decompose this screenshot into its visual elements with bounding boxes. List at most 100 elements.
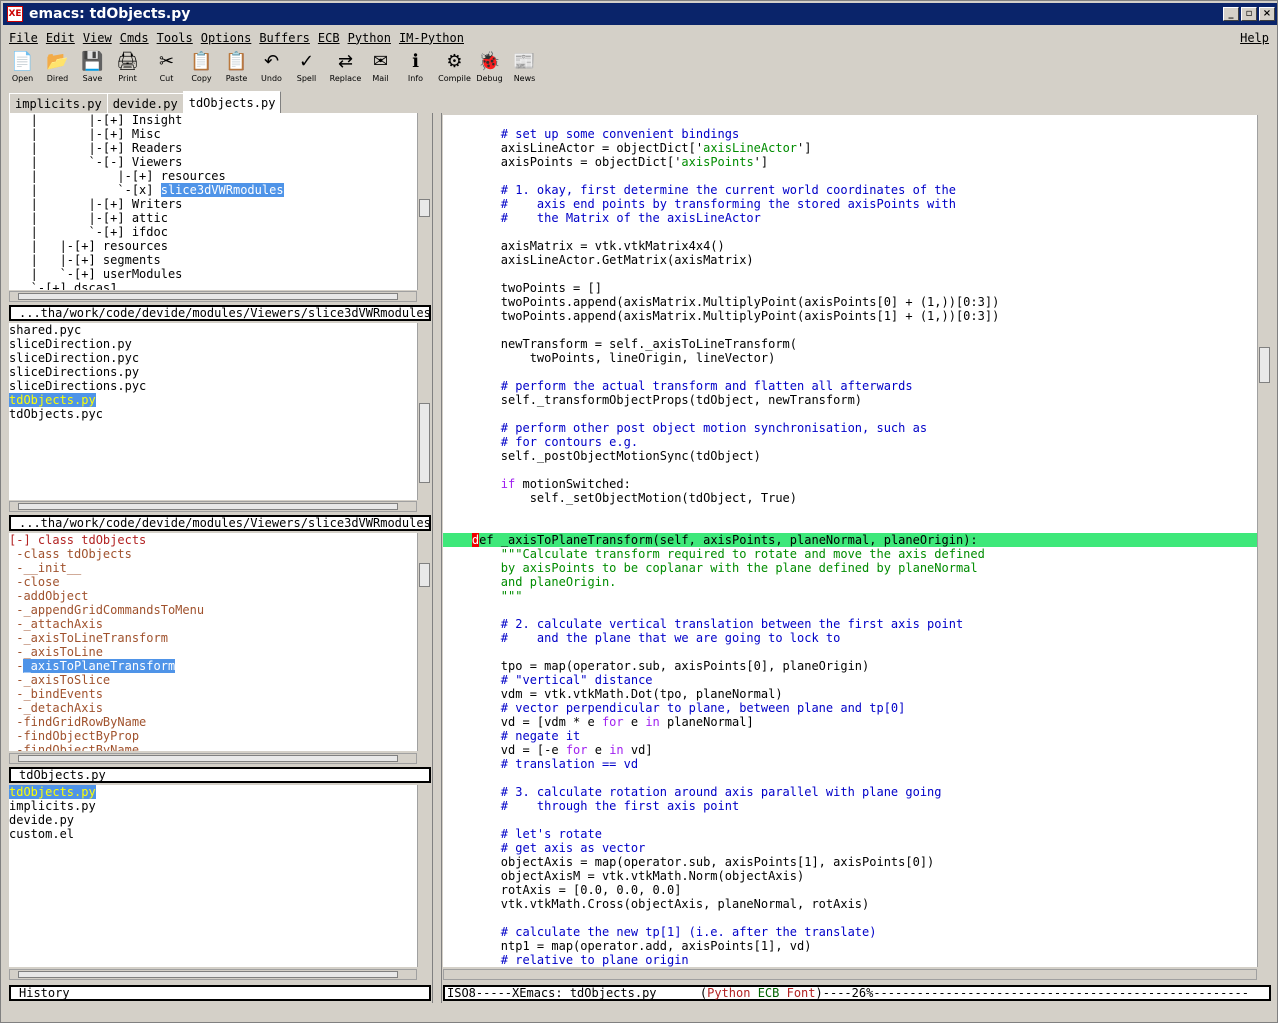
history-item[interactable]: tdObjects.py [9, 785, 417, 799]
tab-devide-py[interactable]: devide.py [106, 93, 184, 113]
dir-tree-item[interactable]: | |-[+] segments [9, 253, 417, 267]
minimize-icon[interactable]: _ [1223, 7, 1239, 21]
method-item[interactable]: -_axisToPlaneTransform [9, 659, 417, 673]
methods-hscrollbar[interactable] [9, 753, 417, 764]
sources-hscrollbar[interactable] [9, 501, 417, 512]
method-item[interactable]: -findObjectByProp [9, 729, 417, 743]
menu-edit[interactable]: Edit [46, 31, 75, 45]
dir-tree-item[interactable]: | `-[x] slice3dVWRmodules [9, 183, 417, 197]
news-button[interactable]: 📰 News [507, 48, 542, 86]
history-vscrollbar[interactable] [417, 785, 431, 967]
source-file-item[interactable]: tdObjects.py [9, 393, 417, 407]
menu-options[interactable]: Options [201, 31, 252, 45]
sources-vscrollbar[interactable] [417, 323, 431, 500]
news-icon: 📰 [513, 51, 536, 72]
code-line: if motionSwitched: [443, 477, 631, 491]
menu-view[interactable]: View [83, 31, 112, 45]
save-button[interactable]: 💾 Save [75, 48, 110, 86]
dir-tree-item[interactable]: | `-[+] userModules [9, 267, 417, 281]
methods-vscrollbar[interactable] [417, 533, 431, 751]
debug-button[interactable]: 🐞 Debug [472, 48, 507, 86]
menu-ecb[interactable]: ECB [318, 31, 340, 45]
method-item[interactable]: -_detachAxis [9, 701, 417, 715]
method-item[interactable]: -_axisToSlice [9, 673, 417, 687]
window-divider[interactable] [432, 113, 442, 1003]
maximize-icon[interactable]: ▫ [1241, 7, 1257, 21]
history-hscrollbar[interactable] [9, 969, 417, 980]
dir-tree-item[interactable]: | |-[+] Insight [9, 113, 417, 127]
replace-button[interactable]: ⇄ Replace [328, 48, 363, 86]
cut-button[interactable]: ✂ Cut [149, 48, 184, 86]
menu-help[interactable]: Help [1240, 31, 1269, 45]
source-file-name: sliceDirections.py [9, 365, 140, 379]
code-line: """ [443, 589, 523, 603]
method-item[interactable]: -_appendGridCommandsToMenu [9, 603, 417, 617]
dir-tree-item[interactable]: | |-[+] resources [9, 169, 417, 183]
method-item[interactable]: -findGridRowByName [9, 715, 417, 729]
code-editor[interactable]: # set up some convenient bindings axisLi… [443, 115, 1257, 967]
method-item[interactable]: [-] class tdObjects [9, 533, 417, 547]
method-item[interactable]: -_axisToLineTransform [9, 631, 417, 645]
dir-tree-selected[interactable]: slice3dVWRmodules [160, 183, 284, 197]
menu-im-python[interactable]: IM-Python [399, 31, 464, 45]
menu-buffers[interactable]: Buffers [259, 31, 310, 45]
method-item[interactable]: -class tdObjects [9, 547, 417, 561]
spell-button[interactable]: ✓ Spell [289, 48, 324, 86]
code-line: # axis end points by transforming the st… [443, 197, 956, 211]
dir-tree-item[interactable]: | |-[+] Writers [9, 197, 417, 211]
menu-tools[interactable]: Tools [157, 31, 193, 45]
menu-cmds[interactable]: Cmds [120, 31, 149, 45]
dir-tree-item[interactable]: `-[+] dscas1 [9, 281, 417, 290]
source-file-item[interactable]: sliceDirections.py [9, 365, 417, 379]
method-item[interactable]: -addObject [9, 589, 417, 603]
editor-vscrollbar[interactable] [1257, 115, 1271, 967]
ecb-methods-pane[interactable]: [-] class tdObjects -class tdObjects -__… [9, 533, 417, 751]
dir-tree-item[interactable]: | `-[+] ifdoc [9, 225, 417, 239]
method-item[interactable]: -_axisToLine [9, 645, 417, 659]
info-button[interactable]: ℹ Info [398, 48, 433, 86]
source-file-item[interactable]: sliceDirections.pyc [9, 379, 417, 393]
source-file-item[interactable]: sliceDirection.py [9, 337, 417, 351]
history-item[interactable]: custom.el [9, 827, 417, 841]
directories-hscrollbar[interactable] [9, 291, 417, 302]
history-item[interactable]: devide.py [9, 813, 417, 827]
dir-tree-item[interactable]: | |-[+] Readers [9, 141, 417, 155]
compile-button[interactable]: ⚙ Compile [437, 48, 472, 86]
tab-tdObjects-py[interactable]: tdObjects.py [182, 91, 282, 113]
open-button[interactable]: 📄 Open [5, 48, 40, 86]
method-item[interactable]: -close [9, 575, 417, 589]
directories-vscrollbar[interactable] [417, 113, 431, 290]
copy-button[interactable]: 📋 Copy [184, 48, 219, 86]
source-file-item[interactable]: shared.pyc [9, 323, 417, 337]
menu-file[interactable]: File [9, 31, 38, 45]
code-line: # the Matrix of the axisLineActor [443, 211, 761, 225]
method-item[interactable]: -findObjectByName [9, 743, 417, 751]
undo-button[interactable]: ↶ Undo [254, 48, 289, 86]
method-item[interactable]: -__init__ [9, 561, 417, 575]
method-item[interactable]: -_bindEvents [9, 687, 417, 701]
dir-tree-label: | |-[+] Insight [9, 113, 183, 127]
toolbar-label: Compile [438, 74, 471, 83]
dir-tree-item[interactable]: | `-[-] Viewers [9, 155, 417, 169]
menu-python[interactable]: Python [348, 31, 391, 45]
tab-implicits-py[interactable]: implicits.py [9, 93, 108, 113]
title-bar[interactable]: XE emacs: tdObjects.py _ ▫ × [3, 3, 1277, 25]
dir-tree-item[interactable]: | |-[+] attic [9, 211, 417, 225]
dired-button[interactable]: 📂 Dired [40, 48, 75, 86]
ecb-directories-pane[interactable]: | |-[+] Insight | |-[+] Misc | |-[+] Rea… [9, 113, 417, 290]
method-item[interactable]: -_attachAxis [9, 617, 417, 631]
source-file-item[interactable]: sliceDirection.pyc [9, 351, 417, 365]
paste-button[interactable]: 📋 Paste [219, 48, 254, 86]
editor-hscrollbar[interactable] [443, 969, 1257, 980]
history-item[interactable]: implicits.py [9, 799, 417, 813]
print-button[interactable]: 🖨 Print [110, 48, 145, 86]
mail-button[interactable]: ✉ Mail [363, 48, 398, 86]
ecb-sources-pane[interactable]: shared.pyc sliceDirection.py sliceDirectio… [9, 323, 417, 500]
source-file-item[interactable]: tdObjects.pyc [9, 407, 417, 421]
close-icon[interactable]: × [1259, 7, 1275, 21]
dir-tree-item[interactable]: | |-[+] Misc [9, 127, 417, 141]
ecb-history-pane[interactable]: tdObjects.py implicits.py devide.py custom.… [9, 785, 417, 967]
dir-tree-item[interactable]: | |-[+] resources [9, 239, 417, 253]
toolbar-label: News [513, 74, 536, 83]
